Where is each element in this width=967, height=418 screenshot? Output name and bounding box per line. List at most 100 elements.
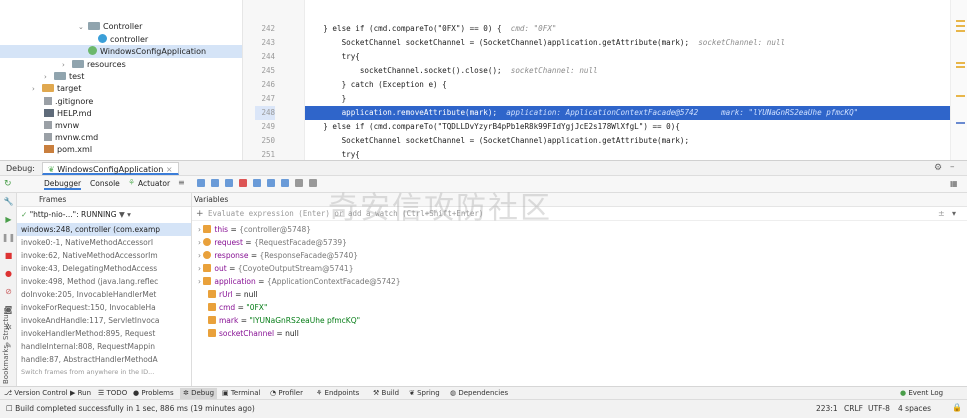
debug-label: Debug: (6, 164, 36, 173)
tab-version-control[interactable]: ⎇ Version Control (4, 388, 68, 399)
line-number: 249 (261, 122, 275, 131)
var-cmd[interactable]: cmd = "0FX" (208, 302, 267, 314)
tab-problems[interactable]: ● Problems (133, 388, 174, 399)
code-line: socketChannel.socket().close(); socketCh… (305, 66, 598, 75)
tree-item-controller-folder[interactable]: ⌄ Controller (78, 20, 142, 33)
menu-icon[interactable]: ≡ (178, 178, 185, 187)
line-number: 248 (255, 106, 275, 120)
line-number: 244 (261, 52, 275, 61)
field-icon (203, 225, 212, 233)
force-step-into-icon[interactable] (239, 179, 247, 187)
tab-endpoints[interactable]: ⚘ Endpoints (316, 388, 359, 399)
frame-item[interactable]: invokeForRequest:150, InvocableHa (17, 301, 191, 314)
frame-item[interactable]: windows:248, controller (com.examp (17, 223, 191, 236)
step-out-icon[interactable] (253, 179, 261, 187)
bookmarks-sidetab[interactable]: Bookmarks (2, 338, 14, 384)
folder-icon (72, 60, 84, 68)
tree-item-target[interactable]: › target (32, 82, 81, 95)
check-icon: ✓ (21, 210, 28, 219)
file-encoding[interactable]: UTF-8 (868, 404, 890, 413)
step-into-icon[interactable] (225, 179, 233, 187)
pause-icon[interactable]: ❚❚ (0, 233, 17, 242)
frame-item[interactable]: invoke:43, DelegatingMethodAccess (17, 262, 191, 275)
event-log[interactable]: ● Event Log (900, 388, 943, 399)
tab-debug[interactable]: ✲ Debug (180, 388, 218, 399)
variables-panel: Variables + Evaluate expression (Enter) … (192, 193, 967, 386)
more-icon[interactable] (309, 179, 317, 187)
code-line: SocketChannel socketChannel = (SocketCha… (305, 136, 690, 145)
show-execution-point-icon[interactable] (197, 179, 205, 187)
line-separator[interactable]: CRLF (844, 404, 863, 413)
resume-icon[interactable]: ▶ (0, 215, 17, 224)
folder-icon (42, 84, 54, 92)
field-icon (208, 290, 216, 298)
add-watch-icon[interactable]: + (196, 207, 204, 221)
tree-item-pom[interactable]: pom.xml (44, 143, 92, 156)
gear-icon[interactable]: ⚙ (934, 163, 942, 173)
folder-icon (88, 22, 100, 30)
dropdown-icon[interactable]: ▾ (127, 210, 131, 219)
tab-console[interactable]: Console (90, 179, 120, 188)
tab-actuator[interactable]: Actuator (138, 179, 170, 188)
tool-window-bar: ⎇ Version Control ▶ Run ☰ TODO ● Problem… (0, 386, 967, 399)
evaluate-expression-row[interactable]: + Evaluate expression (Enter) or add a w… (192, 207, 967, 221)
filter-icon[interactable]: ▼ (119, 210, 125, 219)
scroll-marker (956, 122, 965, 124)
tree-item-windowsconfig[interactable]: WindowsConfigApplication (0, 45, 242, 58)
field-icon (208, 329, 216, 337)
param-icon (203, 238, 212, 246)
frame-item[interactable]: invoke0:-1, NativeMethodAccessorI (17, 236, 191, 249)
add-icon[interactable]: ± (938, 207, 945, 221)
indent-setting[interactable]: 4 spaces (898, 404, 931, 413)
code-line: } else if (cmd.compareTo("0FX") == 0) { … (305, 24, 557, 33)
tab-run[interactable]: ▶ Run (70, 388, 91, 399)
rerun-icon[interactable]: ↻ (4, 179, 12, 189)
scroll-marker (956, 20, 965, 22)
var-mark[interactable]: mark = "lYUNaGnRS2eaUhe pfmcKQ" (208, 315, 360, 327)
var-socketchannel[interactable]: socketChannel = null (208, 328, 299, 340)
settings-icon[interactable]: 🔧 (0, 197, 17, 206)
var-this[interactable]: › this = {controller@5748} (198, 224, 311, 236)
var-request[interactable]: › request = {RequestFacade@5739} (198, 237, 347, 249)
tab-spring[interactable]: ❦ Spring (409, 388, 440, 399)
var-response[interactable]: › response = {ResponseFacade@5740} (198, 250, 358, 262)
thread-selector[interactable]: ✓ "http-nio-...": RUNNING ▼ ▾ (17, 207, 191, 223)
spring-icon: ❦ (48, 165, 55, 174)
code-editor[interactable]: } else if (cmd.compareTo("0FX") == 0) { … (305, 0, 950, 160)
editor-scrollbar[interactable] (950, 0, 967, 160)
tab-profiler[interactable]: ◔ Profiler (270, 388, 303, 399)
field-icon (208, 303, 216, 311)
tab-terminal[interactable]: ▣ Terminal (222, 388, 260, 399)
var-rurl[interactable]: rUrl = null (208, 289, 258, 301)
debug-config-tab[interactable]: ❦ WindowsConfigApplication × (42, 162, 179, 175)
tab-build[interactable]: ⚒ Build (373, 388, 399, 399)
step-over-icon[interactable] (211, 179, 219, 187)
evaluate-icon[interactable] (281, 179, 289, 187)
frame-item[interactable]: invoke:498, Method (java.lang.reflec (17, 275, 191, 288)
run-to-cursor-icon[interactable] (267, 179, 275, 187)
stop-icon[interactable]: ■ (0, 251, 17, 260)
lock-icon[interactable]: 🔒 (952, 403, 962, 412)
var-out[interactable]: › out = {CoyoteOutputStream@5741} (198, 263, 353, 275)
frame-item[interactable]: invokeAndHandle:117, ServletInvoca (17, 314, 191, 327)
structure-sidetab[interactable]: Structure (2, 290, 14, 340)
code-line: } else if (cmd.compareTo("TQDLLDvYzyrB4p… (305, 122, 680, 131)
frame-item[interactable]: invoke:62, NativeMethodAccessorIm (17, 249, 191, 262)
tab-debugger[interactable]: Debugger (44, 179, 82, 190)
frame-item[interactable]: doInvoke:205, InvocableHandlerMet (17, 288, 191, 301)
minimize-icon[interactable]: – (950, 162, 955, 172)
caret-position[interactable]: 223:1 (816, 404, 838, 413)
close-icon[interactable]: × (166, 165, 173, 174)
dropdown-icon[interactable]: ▾ (952, 207, 956, 221)
status-message[interactable]: ☐ Build completed successfully in 1 sec,… (6, 404, 255, 413)
actuator-icon: ⚘ (128, 178, 136, 187)
table-view-icon[interactable] (295, 179, 303, 187)
tab-dependencies[interactable]: ◍ Dependencies (450, 388, 508, 399)
tab-todo[interactable]: ☰ TODO (98, 388, 127, 399)
var-application[interactable]: › application = {ApplicationContextFacad… (198, 276, 401, 288)
frame-item[interactable]: handleInternal:808, RequestMappin (17, 340, 191, 353)
view-breakpoints-icon[interactable]: ● (0, 269, 17, 278)
frame-item[interactable]: invokeHandlerMethod:895, Request (17, 327, 191, 340)
frame-item[interactable]: handle:87, AbstractHandlerMethodA (17, 353, 191, 366)
layout-icon[interactable]: ▦ (950, 179, 958, 188)
